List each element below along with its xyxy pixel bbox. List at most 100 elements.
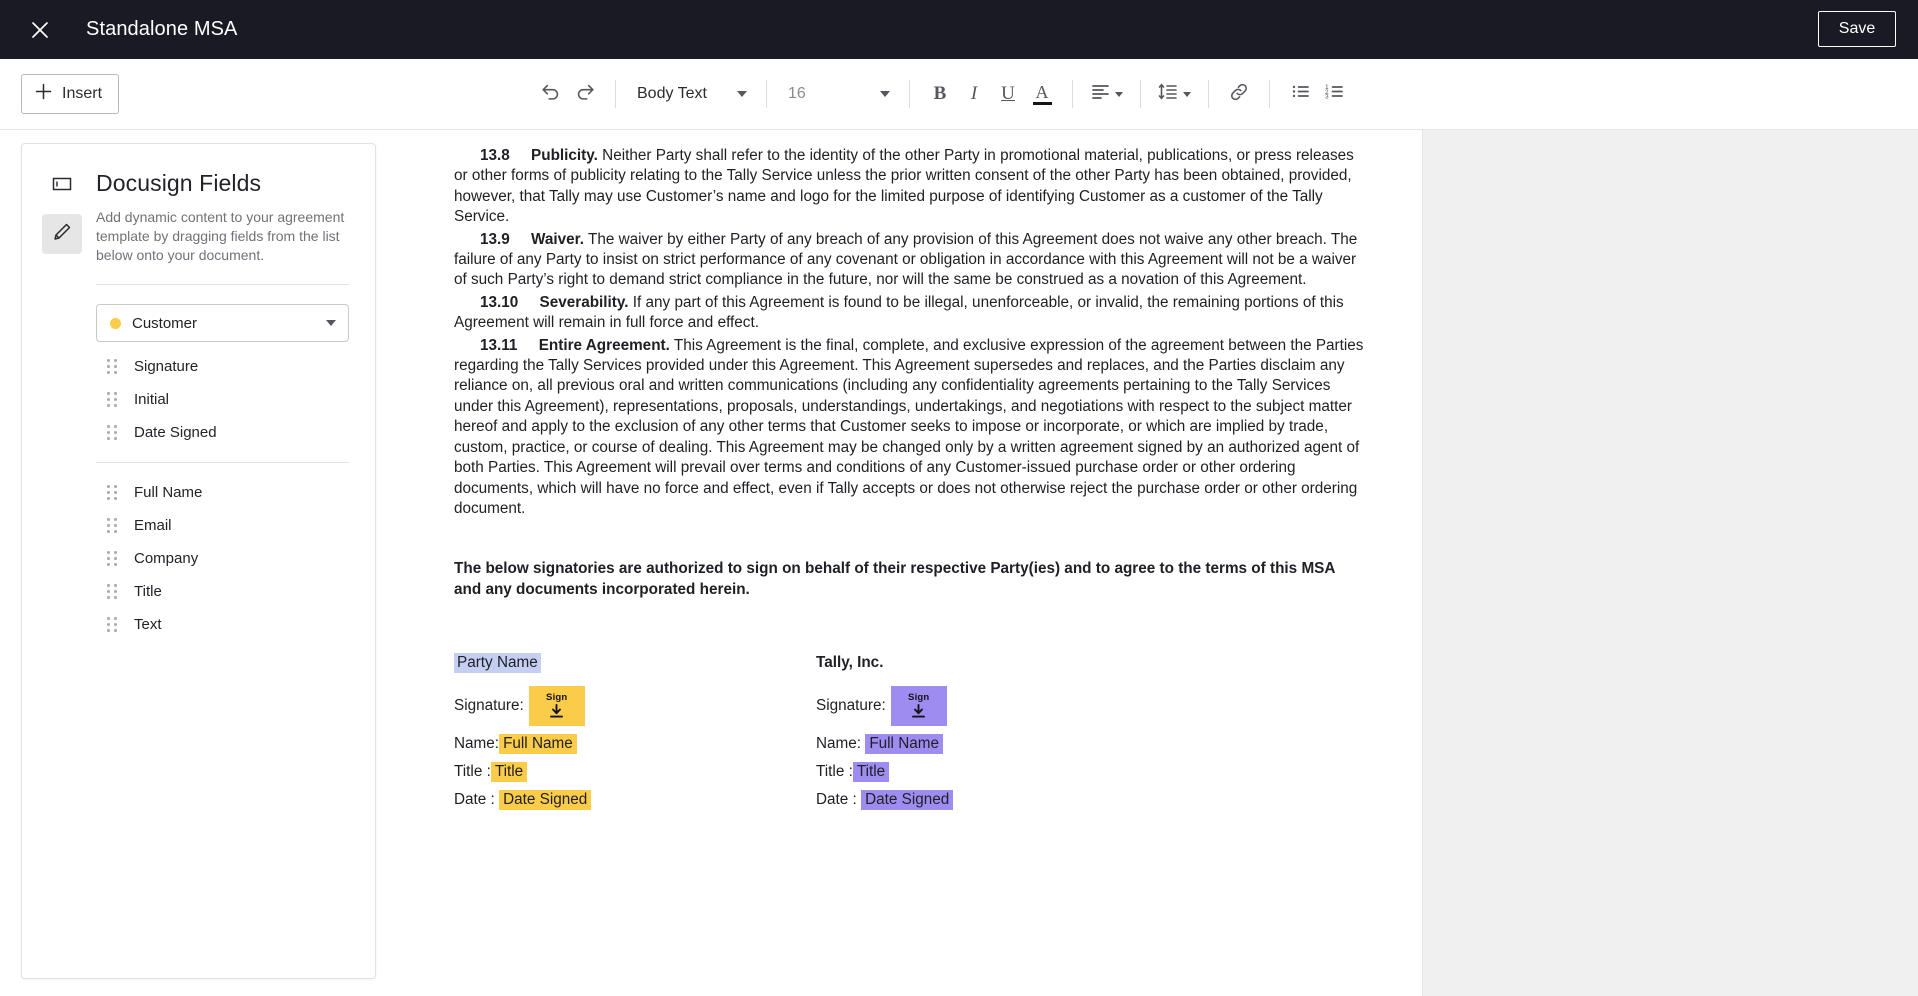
toolbar-controls: Body Text 16 B I U A 1 2 3 <box>534 59 1351 129</box>
close-button[interactable] <box>22 12 58 48</box>
bold-icon: B <box>933 83 947 104</box>
insert-link-button[interactable] <box>1222 77 1256 111</box>
party-name-row: Tally, Inc. <box>816 652 1178 673</box>
date-signed-field[interactable]: Date Signed <box>499 790 592 811</box>
field-label: Full Name <box>134 484 203 501</box>
toolbar-divider <box>909 80 910 108</box>
toolbar-divider <box>1208 80 1209 108</box>
drag-handle-icon[interactable] <box>107 359 117 374</box>
text-color-button[interactable]: A <box>1025 77 1059 111</box>
date-signed-field[interactable]: Date Signed <box>861 790 954 811</box>
title-label: Title : <box>454 763 491 781</box>
data-field-list: Full Name Email Company Title Text <box>96 476 349 641</box>
paragraph-style-value: Body Text <box>637 85 707 102</box>
paragraph-style-select[interactable]: Body Text <box>629 77 753 111</box>
title-label: Title : <box>816 763 853 781</box>
drag-handle-icon[interactable] <box>107 584 117 599</box>
chevron-down-icon <box>880 91 890 97</box>
italic-icon: I <box>970 83 978 104</box>
title-row: Title : Title <box>816 762 1178 783</box>
align-button[interactable] <box>1086 77 1127 111</box>
name-row: Name: Full Name <box>454 734 816 755</box>
title-bar: Standalone MSA Save <box>0 0 1918 59</box>
field-item-date-signed[interactable]: Date Signed <box>96 416 349 449</box>
chevron-down-icon <box>1115 91 1123 97</box>
sign-download-arrow-icon <box>548 704 565 719</box>
sign-download-arrow-icon <box>910 704 927 719</box>
clause-title: Waiver. <box>531 230 585 248</box>
toolbar-divider <box>1072 80 1073 108</box>
text-field-tool-button[interactable] <box>42 166 82 206</box>
field-item-initial[interactable]: Initial <box>96 383 349 416</box>
signature-field-tag[interactable]: Sign <box>528 686 585 727</box>
undo-button[interactable] <box>534 77 568 111</box>
insert-button-label: Insert <box>62 85 103 102</box>
bold-button[interactable]: B <box>923 77 957 111</box>
signature-tool-button[interactable] <box>42 214 82 254</box>
clause-number: 13.10 <box>480 293 519 311</box>
recipient-select[interactable]: Customer <box>96 304 349 342</box>
field-label: Signature <box>134 358 199 375</box>
date-row: Date : Date Signed <box>816 790 1178 811</box>
full-name-field[interactable]: Full Name <box>865 734 944 755</box>
name-row: Name: Full Name <box>816 734 1178 755</box>
text-color-icon: A <box>1035 81 1049 102</box>
clause-number: 13.11 <box>480 336 518 354</box>
numbered-list-button[interactable]: 1 2 3 <box>1317 77 1351 111</box>
underline-button[interactable]: U <box>991 77 1025 111</box>
signatories-intro: The below signatories are authorized to … <box>454 560 1335 598</box>
clause-text: This Agreement is the final, complete, a… <box>454 336 1364 517</box>
signature-label: Signature: <box>816 697 886 715</box>
date-row: Date : Date Signed <box>454 790 816 811</box>
bulleted-list-button[interactable] <box>1283 77 1317 111</box>
drag-handle-icon[interactable] <box>107 425 117 440</box>
plus-icon <box>34 82 53 106</box>
field-item-signature[interactable]: Signature <box>96 350 349 383</box>
field-item-full-name[interactable]: Full Name <box>96 476 349 509</box>
title-field[interactable]: Title <box>490 762 528 783</box>
field-item-title[interactable]: Title <box>96 575 349 608</box>
title-field[interactable]: Title <box>852 762 890 783</box>
party-name-field[interactable]: Party Name <box>454 652 541 673</box>
sidebar: Docusign Fields Add dynamic content to y… <box>0 130 396 996</box>
field-label: Email <box>134 517 172 534</box>
sign-tag-label: Sign <box>908 692 930 704</box>
full-name-field[interactable]: Full Name <box>499 734 577 755</box>
field-item-email[interactable]: Email <box>96 509 349 542</box>
insert-button[interactable]: Insert <box>21 74 120 114</box>
drag-handle-icon[interactable] <box>107 392 117 407</box>
text-color-swatch <box>1032 101 1052 105</box>
field-list-divider <box>96 462 349 463</box>
document-title: Standalone MSA <box>86 18 238 40</box>
signature-row: Signature: Sign <box>454 686 816 727</box>
drag-handle-icon[interactable] <box>107 551 117 566</box>
toolbar-divider <box>1269 80 1270 108</box>
redo-button[interactable] <box>568 77 602 111</box>
drag-handle-icon[interactable] <box>107 518 117 533</box>
name-label: Name: <box>816 735 862 753</box>
title-row: Title : Title <box>454 762 816 783</box>
panel-content: Docusign Fields Add dynamic content to y… <box>96 170 375 641</box>
save-button[interactable]: Save <box>1818 11 1896 47</box>
align-left-icon <box>1090 81 1111 107</box>
undo-icon <box>540 81 562 108</box>
link-icon <box>1228 81 1250 108</box>
clause-number: 13.9 <box>480 230 510 248</box>
font-size-value: 16 <box>788 85 806 102</box>
panel-title: Docusign Fields <box>96 170 262 196</box>
italic-button[interactable]: I <box>957 77 991 111</box>
document-canvas[interactable]: 13.8 Publicity. Neither Party shall refe… <box>396 130 1918 996</box>
font-size-select[interactable]: 16 <box>780 77 896 111</box>
document-page[interactable]: 13.8 Publicity. Neither Party shall refe… <box>396 130 1422 996</box>
drag-handle-icon[interactable] <box>107 617 117 632</box>
numbered-list-icon: 1 2 3 <box>1324 81 1345 107</box>
toolbar-divider <box>1140 80 1141 108</box>
field-label: Text <box>134 616 162 633</box>
field-item-text[interactable]: Text <box>96 608 349 641</box>
field-label: Company <box>134 550 199 567</box>
drag-handle-icon[interactable] <box>107 485 117 500</box>
field-item-company[interactable]: Company <box>96 542 349 575</box>
signature-field-tag[interactable]: Sign <box>890 686 947 727</box>
recipient-name: Customer <box>132 314 198 332</box>
line-spacing-button[interactable] <box>1154 77 1195 111</box>
